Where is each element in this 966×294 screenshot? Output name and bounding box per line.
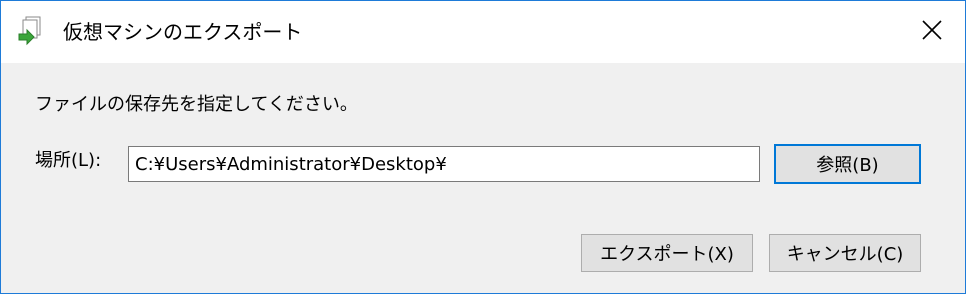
close-button[interactable] bbox=[899, 1, 965, 63]
export-button[interactable]: エクスポート(X) bbox=[581, 234, 753, 272]
export-vm-dialog: 仮想マシンのエクスポート ファイルの保存先を指定してください。 場所(L): 参… bbox=[0, 0, 966, 294]
cancel-button[interactable]: キャンセル(C) bbox=[769, 234, 921, 272]
vm-export-icon bbox=[17, 15, 47, 47]
window-title: 仮想マシンのエクスポート bbox=[63, 20, 303, 44]
title-bar: 仮想マシンのエクスポート bbox=[1, 1, 965, 63]
location-input[interactable] bbox=[128, 146, 760, 182]
browse-button[interactable]: 参照(B) bbox=[774, 144, 921, 184]
location-label: 場所(L): bbox=[35, 150, 102, 171]
instruction-text: ファイルの保存先を指定してください。 bbox=[35, 94, 358, 115]
close-icon bbox=[921, 19, 943, 45]
